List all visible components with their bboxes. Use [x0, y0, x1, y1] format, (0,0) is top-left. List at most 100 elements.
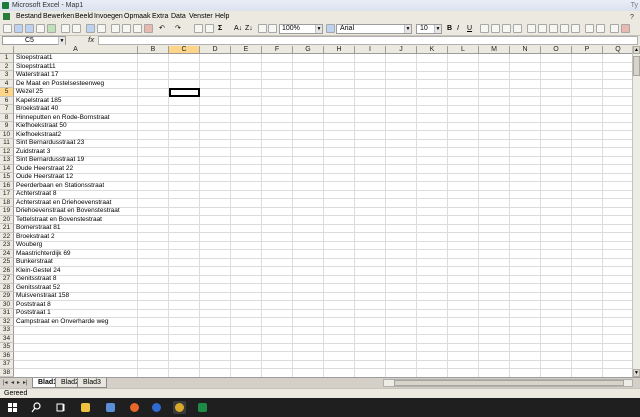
menu-invoegen[interactable]: Invoegen [94, 11, 123, 22]
cell-a28[interactable]: Genitsstraat 52 [16, 284, 60, 292]
scroll-down-arrow-icon[interactable]: ▼ [633, 369, 640, 377]
select-all-corner[interactable] [0, 46, 14, 54]
column-header-d[interactable]: D [200, 46, 231, 54]
cell-a29[interactable]: Muisvenstraat 158 [16, 292, 69, 300]
help-question[interactable]: ? [630, 12, 636, 21]
row-header-13[interactable]: 13 [0, 156, 14, 165]
cut-icon[interactable] [111, 24, 120, 33]
cell-a31[interactable]: Poststraat 1 [16, 309, 51, 317]
zoom-select[interactable]: 100% ▼ [279, 24, 323, 34]
column-header-o[interactable]: O [541, 46, 572, 54]
format-painter-icon[interactable] [144, 24, 153, 33]
vertical-scrollbar[interactable]: ▲ ▼ [632, 46, 640, 377]
row-header-19[interactable]: 19 [0, 207, 14, 216]
cell-a22[interactable]: Broekstraat 2 [16, 233, 55, 241]
fill-color-icon[interactable] [621, 24, 630, 33]
cell-a17[interactable]: Achterstraat 8 [16, 190, 56, 198]
permission-icon[interactable] [36, 24, 45, 33]
cell-a15[interactable]: Oude Heerstraat 12 [16, 173, 73, 181]
row-header-6[interactable]: 6 [0, 96, 14, 105]
chevron-down-icon[interactable]: ▼ [434, 25, 441, 33]
excel-taskbar-icon[interactable] [196, 401, 209, 414]
research-icon[interactable] [97, 24, 106, 33]
cell-a30[interactable]: Poststraat 8 [16, 301, 51, 309]
save-icon[interactable] [25, 24, 34, 33]
column-header-m[interactable]: M [479, 46, 510, 54]
firefox-icon[interactable] [128, 401, 141, 414]
column-header-k[interactable]: K [417, 46, 448, 54]
italic-button[interactable]: I [457, 24, 459, 34]
row-header-28[interactable]: 28 [0, 283, 14, 292]
row-header-17[interactable]: 17 [0, 190, 14, 199]
row-header-30[interactable]: 30 [0, 300, 14, 309]
row-header-18[interactable]: 18 [0, 198, 14, 207]
active-cell-c5[interactable] [169, 88, 200, 97]
cell-a10[interactable]: Kiefhoekstraat2 [16, 131, 61, 139]
cell-a32[interactable]: Campstraat en Onverharde weg [16, 318, 109, 326]
search-icon[interactable] [30, 401, 43, 414]
column-header-i[interactable]: I [355, 46, 386, 54]
autosum-icon[interactable]: Σ [218, 24, 222, 34]
currency-icon[interactable] [527, 24, 536, 33]
comma-style-icon[interactable] [549, 24, 558, 33]
task-view-icon[interactable] [54, 401, 67, 414]
row-header-9[interactable]: 9 [0, 122, 14, 131]
workbook-icon[interactable] [3, 13, 10, 20]
chart-wizard-icon[interactable] [258, 24, 267, 33]
row-header-29[interactable]: 29 [0, 292, 14, 301]
file-explorer-icon[interactable] [79, 401, 92, 414]
column-header-e[interactable]: E [231, 46, 262, 54]
sheet-tab-blad3[interactable]: Blad3 [77, 378, 107, 388]
formula-input[interactable] [98, 36, 638, 45]
row-header-34[interactable]: 34 [0, 334, 14, 343]
row-header-2[interactable]: 2 [0, 62, 14, 71]
worksheet-grid[interactable]: A B C D E F G H I J K L M N O P Q 1 Sloepstraat1 2 Sloepstra… [0, 46, 632, 377]
font-name-select[interactable]: Arial ▼ [336, 24, 412, 34]
increase-decimal-icon[interactable] [560, 24, 569, 33]
sort-descending-icon[interactable]: Z↓ [245, 24, 253, 34]
row-header-36[interactable]: 36 [0, 351, 14, 360]
row-header-4[interactable]: 4 [0, 79, 14, 88]
redo-icon[interactable]: ↷ [175, 24, 181, 34]
cell-a16[interactable]: Peerderbaan en Stationsstraat [16, 182, 104, 190]
menu-beeld[interactable]: Beeld [75, 11, 93, 22]
cell-a21[interactable]: Bomerstraat 81 [16, 224, 60, 232]
row-header-7[interactable]: 7 [0, 105, 14, 114]
row-header-22[interactable]: 22 [0, 232, 14, 241]
cell-a5[interactable]: Wezel 25 [16, 88, 43, 96]
decrease-indent-icon[interactable] [585, 24, 594, 33]
cell-a9[interactable]: Kiefhoekstraat 50 [16, 122, 67, 130]
row-header-32[interactable]: 32 [0, 317, 14, 326]
next-sheet-icon[interactable]: ▸ [17, 380, 20, 387]
row-header-15[interactable]: 15 [0, 173, 14, 182]
menu-extra[interactable]: Extra [152, 11, 168, 22]
horizontal-scrollbar[interactable] [383, 379, 633, 387]
column-header-b[interactable]: B [138, 46, 169, 54]
row-header-3[interactable]: 3 [0, 71, 14, 80]
menu-bewerken[interactable]: Bewerken [43, 11, 74, 22]
cell-a24[interactable]: Maastrichterdijk 69 [16, 250, 71, 258]
row-header-12[interactable]: 12 [0, 147, 14, 156]
app-icon[interactable] [173, 401, 186, 414]
row-header-20[interactable]: 20 [0, 215, 14, 224]
cell-a26[interactable]: Klein-Gestel 24 [16, 267, 60, 275]
column-header-q[interactable]: Q [603, 46, 632, 54]
first-sheet-icon[interactable]: |◂ [3, 380, 8, 387]
menu-opmaak[interactable]: Opmaak [124, 11, 150, 22]
column-header-l[interactable]: L [448, 46, 479, 54]
menu-venster[interactable]: Venster [189, 11, 213, 22]
mail-icon[interactable] [150, 401, 163, 414]
spelling-icon[interactable] [86, 24, 95, 33]
last-sheet-icon[interactable]: ▸| [23, 380, 28, 387]
open-icon[interactable] [14, 24, 23, 33]
new-icon[interactable] [3, 24, 12, 33]
chevron-down-icon[interactable]: ▼ [315, 25, 322, 33]
cell-a19[interactable]: Driehoevenstraat en Bovenstestraat [16, 207, 120, 215]
vertical-scroll-thumb[interactable] [633, 56, 640, 76]
row-header-11[interactable]: 11 [0, 139, 14, 148]
cell-a20[interactable]: Tettelstraat en Bovenstestraat [16, 216, 102, 224]
drawing-icon[interactable] [268, 24, 277, 33]
row-header-10[interactable]: 10 [0, 130, 14, 139]
cell-a25[interactable]: Bunkerstraat [16, 258, 53, 266]
chevron-down-icon[interactable]: ▼ [404, 25, 411, 33]
